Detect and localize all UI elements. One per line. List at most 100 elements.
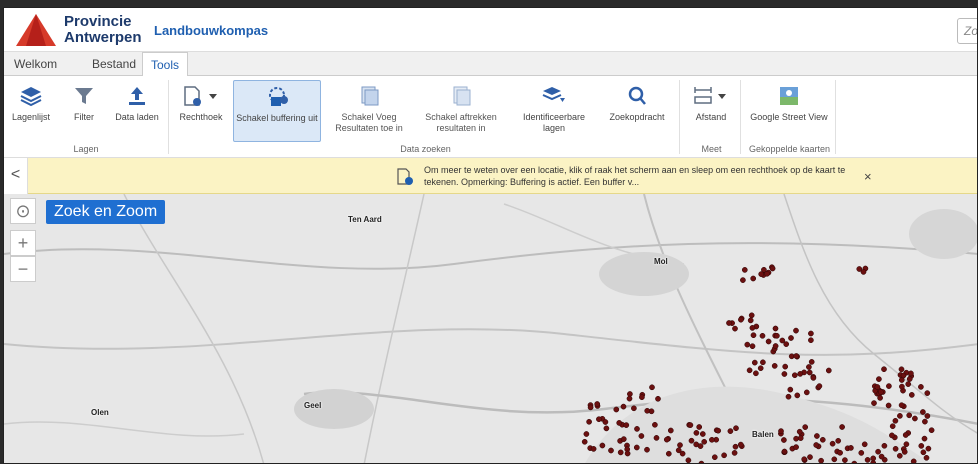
farm-marker[interactable] bbox=[750, 275, 757, 282]
farm-marker[interactable] bbox=[701, 438, 708, 445]
farm-marker[interactable] bbox=[856, 266, 863, 272]
farm-marker[interactable] bbox=[908, 392, 915, 398]
farm-marker[interactable] bbox=[864, 457, 871, 463]
farm-marker[interactable] bbox=[649, 384, 655, 391]
farm-marker[interactable] bbox=[801, 456, 808, 463]
farm-marker[interactable] bbox=[902, 432, 909, 438]
zoom-out-button[interactable]: − bbox=[10, 256, 36, 282]
farm-marker[interactable] bbox=[912, 415, 918, 422]
farm-marker[interactable] bbox=[803, 389, 810, 396]
farm-marker[interactable] bbox=[747, 317, 754, 324]
collapse-panel-button[interactable]: < bbox=[4, 158, 28, 194]
farm-marker[interactable] bbox=[881, 442, 888, 449]
farm-marker[interactable] bbox=[802, 424, 809, 430]
farm-marker[interactable] bbox=[889, 432, 895, 439]
farm-marker[interactable] bbox=[653, 435, 660, 441]
farm-marker[interactable] bbox=[793, 327, 799, 334]
afstand-button[interactable]: Afstand bbox=[685, 80, 737, 142]
farm-marker[interactable] bbox=[831, 456, 838, 463]
farm-marker[interactable] bbox=[732, 325, 738, 332]
farm-marker[interactable] bbox=[613, 406, 620, 413]
farm-marker[interactable] bbox=[677, 442, 683, 448]
farm-marker[interactable] bbox=[778, 428, 784, 434]
schakel-buffering-button[interactable]: Schakel buffering uit bbox=[233, 80, 321, 142]
farm-marker[interactable] bbox=[923, 454, 930, 461]
farm-marker[interactable] bbox=[687, 422, 694, 428]
farm-marker[interactable] bbox=[620, 403, 627, 410]
farm-marker[interactable] bbox=[759, 332, 766, 339]
farm-marker[interactable] bbox=[791, 372, 798, 379]
farm-marker[interactable] bbox=[794, 392, 801, 399]
farm-marker[interactable] bbox=[608, 447, 614, 454]
farm-marker[interactable] bbox=[587, 404, 594, 411]
farm-marker[interactable] bbox=[901, 449, 908, 455]
farm-marker[interactable] bbox=[918, 443, 925, 449]
farm-marker[interactable] bbox=[783, 341, 790, 347]
farm-marker[interactable] bbox=[782, 363, 789, 370]
google-street-view-button[interactable]: Google Street View bbox=[746, 80, 832, 142]
farm-marker[interactable] bbox=[638, 433, 645, 439]
farm-marker[interactable] bbox=[793, 353, 800, 359]
farm-marker[interactable] bbox=[715, 427, 722, 434]
farm-marker[interactable] bbox=[806, 369, 813, 376]
farm-marker[interactable] bbox=[772, 325, 779, 332]
farm-marker[interactable] bbox=[787, 386, 794, 393]
farm-marker[interactable] bbox=[885, 402, 892, 409]
farm-marker[interactable] bbox=[818, 457, 824, 463]
farm-marker[interactable] bbox=[906, 376, 913, 382]
farm-marker[interactable] bbox=[749, 325, 756, 331]
farm-marker[interactable] bbox=[796, 428, 803, 435]
farm-marker[interactable] bbox=[806, 364, 812, 370]
farm-marker[interactable] bbox=[774, 332, 780, 339]
farm-marker[interactable] bbox=[685, 457, 692, 463]
lagenlijst-button[interactable]: Lagenlijst bbox=[6, 80, 56, 142]
farm-marker[interactable] bbox=[631, 405, 637, 412]
farm-marker[interactable] bbox=[924, 390, 931, 396]
farm-marker[interactable] bbox=[696, 424, 703, 430]
tab-bestand[interactable]: Bestand bbox=[84, 52, 144, 76]
farm-marker[interactable] bbox=[733, 425, 739, 432]
farm-marker[interactable] bbox=[633, 444, 640, 451]
farm-marker[interactable] bbox=[871, 400, 877, 406]
farm-marker[interactable] bbox=[920, 449, 927, 456]
farm-marker[interactable] bbox=[808, 359, 815, 365]
farm-marker[interactable] bbox=[617, 449, 624, 456]
zoekopdracht-button[interactable]: Zoekopdracht bbox=[604, 80, 670, 142]
farm-marker[interactable] bbox=[731, 450, 738, 456]
data-laden-button[interactable]: Data laden bbox=[112, 80, 162, 142]
app-title[interactable]: Landbouwkompas bbox=[154, 23, 268, 38]
farm-marker[interactable] bbox=[842, 457, 848, 463]
search-input[interactable]: Zoe bbox=[957, 18, 977, 44]
schakel-voeg-button[interactable]: Schakel Voeg Resultaten toe in bbox=[332, 80, 406, 142]
farm-marker[interactable] bbox=[772, 343, 779, 349]
farm-marker[interactable] bbox=[727, 428, 734, 434]
farm-marker[interactable] bbox=[874, 384, 881, 390]
farm-marker[interactable] bbox=[623, 422, 630, 428]
rechthoek-button[interactable]: Rechthoek bbox=[174, 80, 228, 142]
farm-marker[interactable] bbox=[788, 335, 794, 341]
farm-marker[interactable] bbox=[693, 430, 700, 436]
farm-marker[interactable] bbox=[797, 435, 804, 441]
farm-marker[interactable] bbox=[896, 452, 903, 459]
farm-marker[interactable] bbox=[897, 413, 903, 419]
farm-marker[interactable] bbox=[900, 372, 907, 379]
farm-marker[interactable] bbox=[877, 389, 884, 395]
farm-marker[interactable] bbox=[644, 446, 650, 453]
farm-marker[interactable] bbox=[892, 417, 899, 424]
farm-marker[interactable] bbox=[746, 367, 753, 374]
map-canvas[interactable]: ⊙ Zoek en Zoom + − Ten Aard Mol Geel Ole… bbox=[4, 194, 977, 463]
farm-marker[interactable] bbox=[921, 435, 928, 442]
farm-marker[interactable] bbox=[644, 407, 651, 414]
farm-marker[interactable] bbox=[810, 375, 817, 381]
farm-marker[interactable] bbox=[899, 383, 905, 390]
zoom-in-button[interactable]: + bbox=[10, 230, 36, 256]
farm-marker[interactable] bbox=[781, 437, 787, 443]
farm-marker[interactable] bbox=[928, 427, 935, 434]
farm-marker[interactable] bbox=[667, 427, 674, 434]
farm-marker[interactable] bbox=[748, 312, 755, 319]
farm-marker[interactable] bbox=[816, 383, 823, 389]
farm-marker[interactable] bbox=[744, 341, 751, 348]
farm-marker[interactable] bbox=[908, 370, 914, 377]
filter-button[interactable]: Filter bbox=[64, 80, 104, 142]
farm-marker[interactable] bbox=[920, 409, 926, 415]
